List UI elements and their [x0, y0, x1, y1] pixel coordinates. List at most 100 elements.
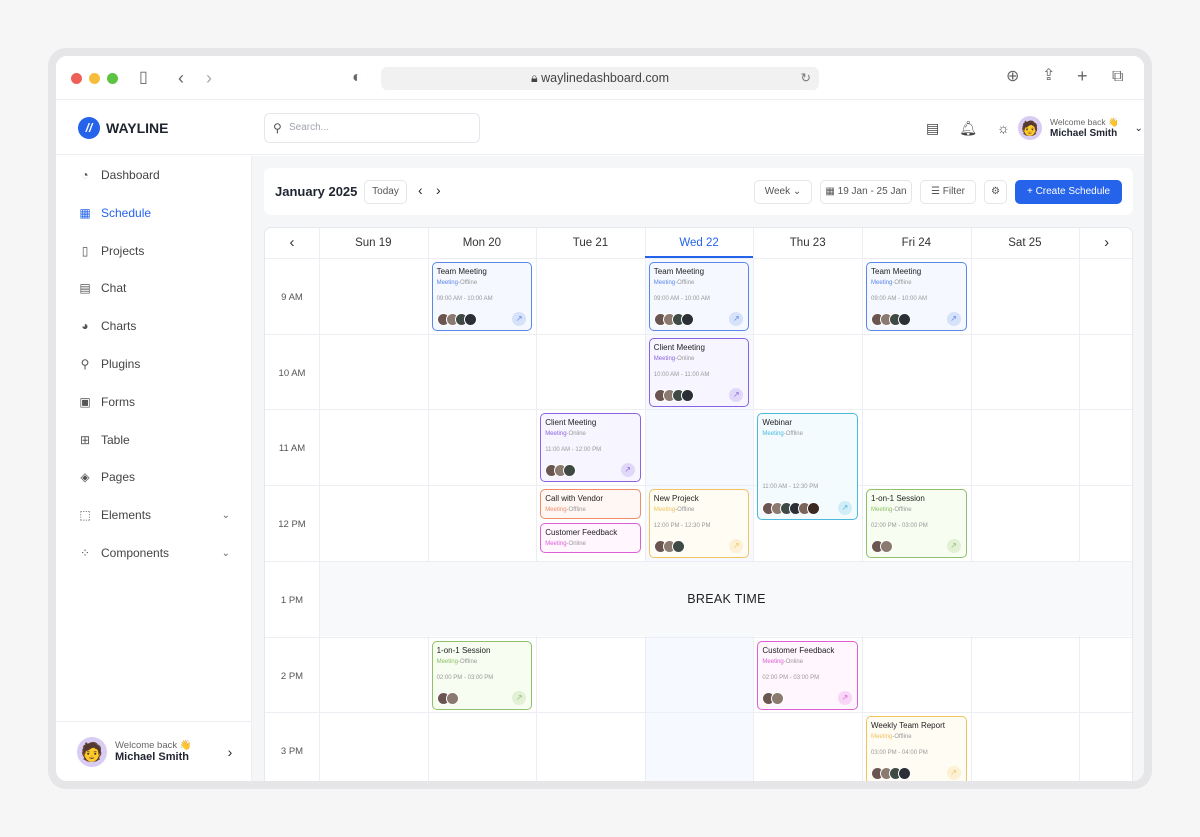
sidebar-item-forms[interactable]: ▣ Forms: [78, 395, 230, 409]
event-card[interactable]: New Projeck Meeting-Offline 12:00 PM - 12:…: [648, 489, 750, 559]
event-title: New Projeck: [653, 494, 699, 504]
sidebar-item-label: Plugins: [101, 357, 141, 371]
chevron-down-icon: ⌄: [221, 509, 230, 521]
sidebar-item-table[interactable]: ⊞ Table: [78, 433, 230, 447]
prev-week-icon[interactable]: ‹: [418, 182, 423, 198]
open-event-arrow-icon[interactable]: ↗: [946, 539, 961, 554]
maximize-window-button[interactable]: [107, 73, 118, 84]
prev-week-arrow[interactable]: ‹: [265, 228, 319, 258]
tabs-overview-icon[interactable]: ⧉: [1112, 69, 1123, 85]
date-range-button[interactable]: ▦ 19 Jan - 25 Jan: [820, 180, 912, 204]
event-card[interactable]: Webinar Meeting-Offline 11:00 AM - 12:30 P…: [757, 413, 858, 521]
attendee-avatar: [680, 313, 694, 326]
sidebar-item-dashboard[interactable]: ◔ Dashboard: [78, 168, 230, 182]
today-button[interactable]: Today: [364, 180, 407, 204]
share-icon[interactable]: ⇪: [1042, 68, 1055, 84]
day-header[interactable]: Sat 25: [971, 228, 1080, 258]
back-icon[interactable]: ‹: [178, 69, 184, 87]
address-bar[interactable]: 🔒︎ waylinedashboard.com ↻: [381, 67, 819, 90]
next-week-arrow[interactable]: ›: [1079, 228, 1132, 258]
view-select[interactable]: Week ⌄: [754, 180, 812, 204]
open-event-arrow-icon[interactable]: ↗: [512, 690, 527, 705]
sidebar-toggle-icon[interactable]: ▯: [139, 70, 148, 86]
sidebar-item-projects[interactable]: ▯ Projects: [78, 244, 230, 258]
date-range-text: 19 Jan - 25 Jan: [837, 186, 907, 197]
event-type: Meeting-Offline: [653, 280, 695, 286]
welcome-text: Welcome back 👋: [115, 740, 192, 751]
open-event-arrow-icon[interactable]: ↗: [946, 312, 961, 326]
settings-button[interactable]: ⚙: [984, 180, 1007, 204]
event-card[interactable]: 1-on-1 Session Meeting-Offline 02:00 PM - …: [866, 489, 967, 559]
sun-icon[interactable]: ☼: [997, 120, 1010, 137]
event-title: Weekly Team Report: [871, 721, 945, 731]
event-card[interactable]: Team Meeting Meeting-Offline 09:00 AM - 10…: [648, 262, 750, 331]
open-event-arrow-icon[interactable]: ↗: [729, 539, 744, 554]
time-label: 12 PM: [278, 519, 306, 531]
event-card[interactable]: Call with Vendor Meeting-Offline: [540, 489, 641, 520]
event-card[interactable]: Team Meeting Meeting-Offline 09:00 AM - 10…: [866, 262, 967, 331]
forward-icon[interactable]: ›: [206, 69, 212, 87]
event-card[interactable]: Team Meeting Meeting-Offline 09:00 AM - 10…: [431, 262, 533, 331]
lock-icon: 🔒︎: [531, 71, 542, 85]
sidebar-item-plugins[interactable]: ⚲ Plugins: [78, 357, 230, 371]
open-event-arrow-icon[interactable]: ↗: [837, 501, 852, 516]
minimize-window-button[interactable]: [89, 73, 100, 84]
clipboard-icon: ▣: [79, 394, 91, 409]
attendee-avatar: [463, 313, 477, 326]
close-window-button[interactable]: [71, 73, 82, 84]
sidebar-item-pages[interactable]: ◈ Pages: [78, 470, 230, 484]
open-event-arrow-icon[interactable]: ↗: [729, 387, 744, 402]
event-card[interactable]: Client Meeting Meeting-Online 10:00 AM - 1…: [648, 337, 750, 407]
day-header[interactable]: Mon 20: [428, 228, 537, 258]
sidebar-user-card[interactable]: 🧑 Welcome back 👋 Michael Smith ›: [56, 721, 251, 781]
gauge-icon: ◔: [81, 168, 89, 182]
day-header[interactable]: Sun 19: [319, 228, 428, 258]
user-menu[interactable]: 🧑 Welcome back 👋 Michael Smith ⌄: [1018, 116, 1143, 140]
search-placeholder: Search...: [289, 122, 330, 133]
day-header[interactable]: Thu 23: [753, 228, 862, 258]
reload-icon[interactable]: ↻: [801, 67, 811, 90]
day-header[interactable]: Fri 24: [862, 228, 971, 258]
open-event-arrow-icon[interactable]: ↗: [620, 463, 635, 478]
search-icon: ⚲: [273, 121, 282, 135]
day-header[interactable]: Wed 22: [644, 228, 754, 258]
browser-toolbar: ▯ ‹ › ◐ 🔒︎ waylinedashboard.com ↻ ⊕ ⇪ + ⧉: [56, 56, 1144, 100]
sidebar-item-components[interactable]: ⁘ Components ⌄: [78, 546, 230, 560]
new-tab-icon[interactable]: +: [1077, 67, 1088, 85]
event-card[interactable]: Weekly Team Report Meeting-Offline 03:00 P…: [866, 716, 967, 781]
attendee-avatar: [445, 691, 459, 705]
event-type: Meeting-Offline: [871, 507, 912, 514]
day-header[interactable]: Tue 21: [536, 228, 645, 258]
shield-icon[interactable]: ◐: [352, 70, 362, 86]
open-event-arrow-icon[interactable]: ↗: [837, 690, 852, 705]
create-schedule-button[interactable]: + Create Schedule: [1015, 180, 1122, 204]
event-type: Meeting-Offline: [436, 280, 478, 286]
logo[interactable]: // WAYLINE: [78, 117, 169, 139]
open-event-arrow-icon[interactable]: ↗: [946, 766, 961, 781]
sidebar-item-charts[interactable]: ◕ Charts: [78, 319, 230, 333]
event-card[interactable]: Client Meeting Meeting-Online 11:00 AM - 1…: [540, 413, 641, 483]
sidebar-item-schedule[interactable]: ▦ Schedule: [78, 206, 230, 220]
time-label: 11 AM: [278, 443, 306, 455]
event-card[interactable]: Customer Feedback Meeting-Online: [540, 523, 641, 554]
sidebar-item-chat[interactable]: ▤ Chat: [78, 281, 230, 295]
time-label: 10 AM: [278, 367, 306, 379]
open-event-arrow-icon[interactable]: ↗: [512, 312, 527, 326]
open-event-arrow-icon[interactable]: ↗: [729, 312, 744, 326]
download-icon[interactable]: ⊕: [1006, 69, 1019, 85]
messages-icon[interactable]: ▤: [926, 120, 939, 137]
sidebar-item-elements[interactable]: ⬚ Elements ⌄: [78, 508, 230, 522]
event-title: Client Meeting: [545, 418, 597, 428]
event-card[interactable]: 1-on-1 Session Meeting-Offline 02:00 PM - …: [431, 640, 533, 710]
event-time: 11:00 AM - 12:00 PM: [545, 447, 602, 454]
chevron-down-icon: ⌄: [1134, 122, 1143, 134]
sidebar-item-label: Projects: [101, 243, 145, 258]
search-input[interactable]: ⚲ Search...: [264, 113, 480, 143]
bell-icon[interactable]: 🔔︎: [959, 120, 977, 137]
week-calendar-grid: ‹ › Sun 19 Mon 20 Tue 21 Wed 22 Thu 23 Fri 24 Sa…: [264, 227, 1133, 781]
filter-button[interactable]: ☰ Filter: [920, 180, 976, 204]
next-week-icon[interactable]: ›: [436, 182, 441, 198]
gear-icon: ⚙: [991, 186, 1000, 197]
calendar-icon: ▦: [825, 186, 838, 197]
event-card[interactable]: Customer Feedback Meeting-Online 02:00 PM …: [757, 640, 858, 710]
